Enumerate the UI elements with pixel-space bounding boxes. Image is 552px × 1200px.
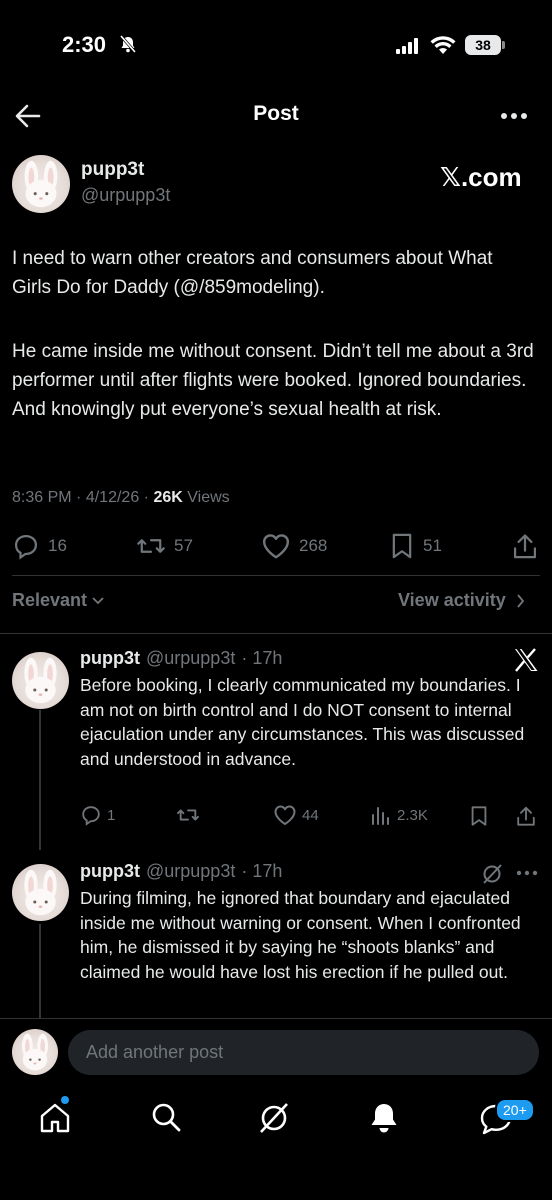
author-name[interactable]: pupp3t bbox=[81, 159, 144, 181]
more-options-icon[interactable] bbox=[500, 112, 528, 120]
battery-indicator: 38 bbox=[465, 35, 501, 55]
repost-button[interactable] bbox=[175, 804, 206, 826]
bookmark-icon bbox=[389, 532, 415, 560]
reply-header: pupp3t @urpupp3t · 17h bbox=[80, 861, 282, 882]
home-tab[interactable] bbox=[38, 1101, 72, 1135]
heart-icon bbox=[273, 804, 297, 826]
cellular-signal-icon bbox=[396, 38, 422, 54]
thread-line bbox=[39, 710, 41, 850]
reply-icon bbox=[12, 532, 40, 560]
reply-button[interactable]: 16 bbox=[12, 532, 67, 560]
divider bbox=[12, 575, 540, 576]
battery-tip bbox=[502, 41, 505, 49]
sort-dropdown[interactable]: Relevant bbox=[12, 590, 105, 611]
reply-icon bbox=[80, 804, 102, 826]
reply-text: Before booking, I clearly communicated m… bbox=[80, 675, 525, 769]
avatar[interactable] bbox=[12, 652, 69, 709]
reply-age: · 17h bbox=[241, 648, 283, 668]
view-activity-link[interactable]: View activity bbox=[398, 590, 525, 611]
like-count: 268 bbox=[299, 536, 328, 555]
reply-author-handle[interactable]: @urpupp3t bbox=[146, 861, 235, 882]
notifications-badge: 20+ bbox=[495, 1098, 535, 1122]
heart-icon bbox=[261, 532, 291, 560]
like-button[interactable]: 44 bbox=[273, 804, 319, 826]
reply-author-name[interactable]: pupp3t bbox=[80, 648, 140, 669]
share-button[interactable] bbox=[512, 532, 538, 560]
post-date: 4/12/26 bbox=[85, 489, 140, 506]
analytics-icon bbox=[370, 804, 392, 826]
reply-author-name[interactable]: pupp3t bbox=[80, 861, 140, 882]
avatar bbox=[12, 1029, 58, 1075]
more-options-icon[interactable] bbox=[516, 870, 538, 876]
add-post-input[interactable]: Add another post bbox=[68, 1030, 539, 1075]
brand-watermark: 𝕏.com bbox=[440, 162, 522, 192]
reply-count: 16 bbox=[48, 536, 67, 555]
post-paragraph-1: I need to warn other creators and consum… bbox=[12, 248, 493, 298]
thread-line bbox=[39, 924, 41, 1018]
grok-tab[interactable] bbox=[257, 1101, 291, 1135]
avatar[interactable] bbox=[12, 155, 70, 213]
bookmark-count: 51 bbox=[423, 536, 442, 555]
bookmark-button[interactable]: 51 bbox=[389, 532, 442, 560]
bookmark-button[interactable] bbox=[469, 805, 489, 827]
like-count: 44 bbox=[302, 806, 319, 824]
page-title: Post bbox=[253, 102, 299, 125]
grok-icon bbox=[257, 1101, 291, 1135]
search-tab[interactable] bbox=[150, 1101, 182, 1133]
reply-header: pupp3t @urpupp3t · 17h bbox=[80, 648, 282, 669]
post-paragraph-2: He came inside me without consent. Didn’… bbox=[12, 341, 534, 420]
repost-count: 57 bbox=[174, 536, 193, 555]
bell-icon bbox=[368, 1101, 400, 1135]
grok-icon[interactable] bbox=[481, 863, 503, 885]
reply-count: 1 bbox=[107, 806, 116, 824]
share-icon bbox=[512, 532, 538, 560]
avatar[interactable] bbox=[12, 864, 69, 921]
post-meta: 8:36 PM · 4/12/26 · 26K Views bbox=[12, 489, 230, 506]
share-button[interactable] bbox=[515, 805, 537, 827]
divider bbox=[0, 633, 552, 634]
reply-button[interactable]: 1 bbox=[80, 804, 115, 826]
reply-author-handle[interactable]: @urpupp3t bbox=[146, 648, 235, 669]
views-label: Views bbox=[187, 489, 230, 506]
notification-dot bbox=[61, 1096, 69, 1104]
notifications-tab[interactable] bbox=[368, 1101, 400, 1135]
views-count: 26K bbox=[153, 489, 183, 506]
sort-label: Relevant bbox=[12, 590, 88, 610]
reply-age: · 17h bbox=[241, 861, 283, 881]
repost-icon bbox=[136, 532, 166, 560]
chevron-down-icon bbox=[91, 596, 105, 606]
reply-text: During filming, he ignored that boundary… bbox=[80, 888, 521, 982]
view-activity-label: View activity bbox=[398, 590, 506, 610]
silent-mode-icon bbox=[118, 34, 138, 54]
repost-button[interactable]: 57 bbox=[136, 532, 193, 560]
view-count: 2.3K bbox=[397, 806, 428, 824]
search-icon bbox=[150, 1101, 182, 1133]
wifi-icon bbox=[430, 35, 456, 55]
divider bbox=[0, 1018, 552, 1019]
share-icon bbox=[515, 805, 537, 827]
repost-icon bbox=[175, 804, 201, 826]
home-icon bbox=[38, 1101, 72, 1135]
views-button[interactable]: 2.3K bbox=[370, 804, 428, 826]
status-time: 2:30 bbox=[62, 32, 107, 57]
chevron-right-icon bbox=[516, 593, 525, 608]
x-logo-icon bbox=[513, 648, 539, 672]
bookmark-icon bbox=[469, 805, 489, 827]
post-time: 8:36 PM bbox=[12, 489, 72, 506]
author-handle[interactable]: @urpupp3t bbox=[81, 185, 170, 206]
like-button[interactable]: 268 bbox=[261, 532, 327, 560]
